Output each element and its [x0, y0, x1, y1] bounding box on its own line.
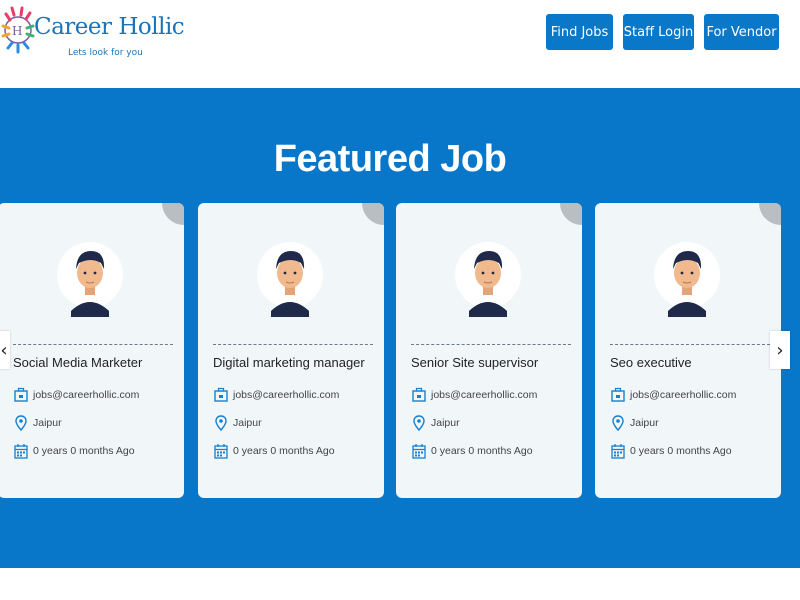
- chevron-right-icon: ›: [776, 339, 784, 361]
- job-card[interactable]: → Social Media Marketer jobs@careerholli…: [0, 203, 184, 498]
- job-email: jobs@careerhollic.com: [33, 389, 140, 401]
- job-location-row: Jaipur: [213, 413, 262, 433]
- card-divider: [610, 344, 770, 345]
- job-email: jobs@careerhollic.com: [233, 389, 340, 401]
- job-title[interactable]: Seo executive: [610, 355, 776, 370]
- job-posted-row: 0 years 0 months Ago: [411, 441, 533, 461]
- job-email-row: jobs@careerhollic.com: [610, 385, 736, 405]
- job-email-row: jobs@careerhollic.com: [13, 385, 139, 405]
- job-card[interactable]: → Senior Site supervisor jobs@careerholl…: [396, 203, 582, 498]
- section-title: Featured Job: [273, 138, 507, 180]
- job-email-row: jobs@careerhollic.com: [411, 385, 537, 405]
- job-posted: 0 years 0 months Ago: [431, 445, 533, 457]
- card-divider: [411, 344, 571, 345]
- job-location-row: Jaipur: [13, 413, 62, 433]
- briefcase-icon: [13, 386, 29, 404]
- job-posted: 0 years 0 months Ago: [33, 445, 135, 457]
- job-posted-row: 0 years 0 months Ago: [13, 441, 135, 461]
- calendar-icon: [13, 442, 29, 460]
- card-corner[interactable]: →: [560, 203, 582, 225]
- card-divider: [13, 344, 173, 345]
- job-title[interactable]: Digital marketing manager: [213, 355, 379, 370]
- avatar-icon: [257, 242, 323, 317]
- calendar-icon: [411, 442, 427, 460]
- job-location: Jaipur: [33, 417, 62, 429]
- brand-tagline: Lets look for you: [68, 48, 143, 58]
- site-header: H Career Hollic Lets look for you Find J…: [0, 0, 800, 88]
- calendar-icon: [213, 442, 229, 460]
- logo-mark-icon: H: [1, 6, 35, 54]
- job-location: Jaipur: [233, 417, 262, 429]
- card-corner[interactable]: →: [162, 203, 184, 225]
- briefcase-icon: [213, 386, 229, 404]
- avatar-icon: [57, 242, 123, 317]
- card-corner[interactable]: →: [362, 203, 384, 225]
- job-posted: 0 years 0 months Ago: [630, 445, 732, 457]
- job-email-row: jobs@careerhollic.com: [213, 385, 339, 405]
- avatar-icon: [654, 242, 720, 317]
- carousel-prev-button[interactable]: ‹: [0, 331, 10, 369]
- briefcase-icon: [610, 386, 626, 404]
- card-divider: [213, 344, 373, 345]
- brand-name: Career Hollic: [34, 14, 185, 40]
- job-title[interactable]: Social Media Marketer: [13, 355, 179, 370]
- calendar-icon: [610, 442, 626, 460]
- job-posted-row: 0 years 0 months Ago: [610, 441, 732, 461]
- job-card[interactable]: → Seo executive jobs@careerhollic.com Ja…: [595, 203, 781, 498]
- job-location: Jaipur: [630, 417, 659, 429]
- location-pin-icon: [213, 414, 229, 432]
- location-pin-icon: [13, 414, 29, 432]
- chevron-left-icon: ‹: [0, 339, 8, 361]
- find-jobs-button[interactable]: Find Jobs: [546, 14, 613, 50]
- for-vendor-button[interactable]: For Vendor: [704, 14, 779, 50]
- job-email: jobs@careerhollic.com: [630, 389, 737, 401]
- job-email: jobs@careerhollic.com: [431, 389, 538, 401]
- carousel-next-button[interactable]: ›: [770, 331, 790, 369]
- job-title[interactable]: Senior Site supervisor: [411, 355, 577, 370]
- avatar-icon: [455, 242, 521, 317]
- job-location-row: Jaipur: [610, 413, 659, 433]
- staff-login-button[interactable]: Staff Login: [623, 14, 694, 50]
- logo[interactable]: H Career Hollic Lets look for you: [0, 4, 185, 60]
- job-posted: 0 years 0 months Ago: [233, 445, 335, 457]
- briefcase-icon: [411, 386, 427, 404]
- job-location-row: Jaipur: [411, 413, 460, 433]
- job-card[interactable]: → Digital marketing manager jobs@careerh…: [198, 203, 384, 498]
- job-posted-row: 0 years 0 months Ago: [213, 441, 335, 461]
- card-corner[interactable]: →: [759, 203, 781, 225]
- svg-text:H: H: [12, 24, 22, 38]
- job-location: Jaipur: [431, 417, 460, 429]
- location-pin-icon: [610, 414, 626, 432]
- location-pin-icon: [411, 414, 427, 432]
